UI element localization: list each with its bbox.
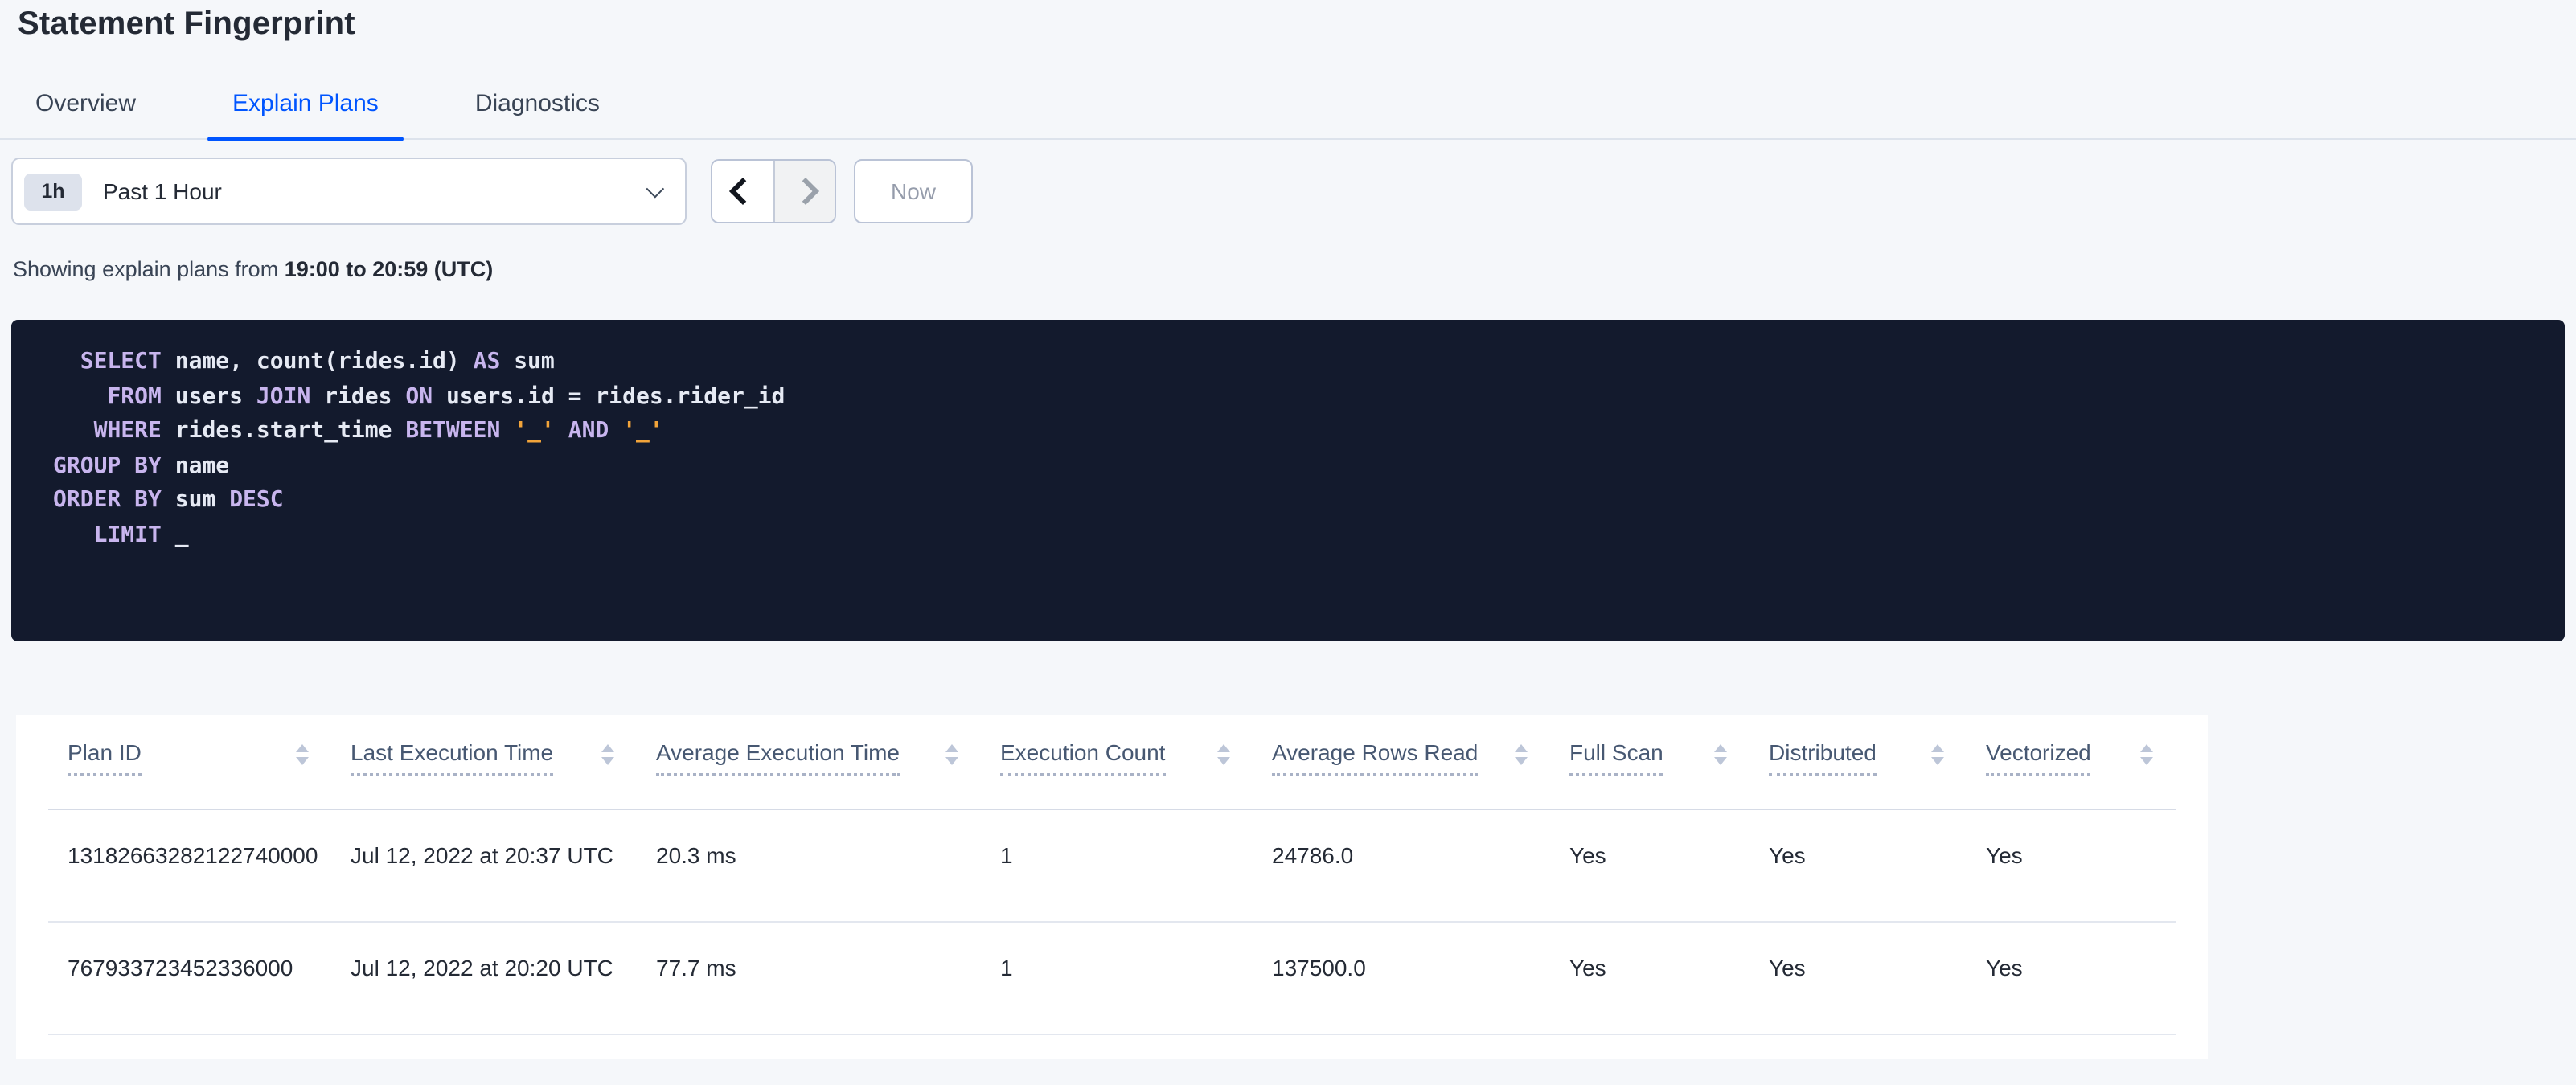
tab-bar: Overview Explain Plans Diagnostics (0, 80, 2576, 141)
showing-range-bold: 19:00 to 20:59 (UTC) (284, 257, 494, 281)
sort-icon (1714, 744, 1727, 765)
cell-vectorized: Yes (1967, 921, 2176, 1034)
sort-icon (945, 744, 958, 765)
sql-statement-box: SELECT name, count(rides.id) AS sum FROM… (11, 320, 2565, 641)
time-range-badge: 1h (24, 173, 82, 210)
table-row: 13182663282122740000 Jul 12, 2022 at 20:… (48, 809, 2176, 922)
cell-execution-count: 1 (981, 921, 1253, 1034)
column-header-average-execution-time[interactable]: Average Execution Time (637, 715, 981, 809)
cell-average-rows-read: 24786.0 (1253, 809, 1550, 922)
column-header-last-execution-time[interactable]: Last Execution Time (331, 715, 637, 809)
table-header-row: Plan ID Last Execution Time Average Exec… (48, 715, 2176, 809)
cell-full-scan: Yes (1550, 809, 1749, 922)
column-header-average-rows-read[interactable]: Average Rows Read (1253, 715, 1550, 809)
cell-average-execution-time: 20.3 ms (637, 809, 981, 922)
showing-range-prefix: Showing explain plans from (13, 257, 285, 281)
page-title: Statement Fingerprint (18, 6, 355, 42)
cell-distributed: Yes (1749, 809, 1967, 922)
table-row: 767933723452336000 Jul 12, 2022 at 20:20… (48, 921, 2176, 1034)
cell-distributed: Yes (1749, 921, 1967, 1034)
cell-average-rows-read: 137500.0 (1253, 921, 1550, 1034)
sort-icon (1515, 744, 1528, 765)
tab-diagnostics[interactable]: Diagnostics (449, 80, 626, 138)
time-nav-group (711, 159, 836, 223)
time-range-dropdown[interactable]: 1h Past 1 Hour (11, 158, 687, 225)
time-controls: 1h Past 1 Hour Now (11, 158, 2576, 225)
chevron-left-icon (729, 178, 757, 205)
cell-plan-id: 767933723452336000 (48, 921, 331, 1034)
chevron-down-icon (646, 179, 665, 199)
column-header-plan-id[interactable]: Plan ID (48, 715, 331, 809)
cell-average-execution-time: 77.7 ms (637, 921, 981, 1034)
column-header-execution-count[interactable]: Execution Count (981, 715, 1253, 809)
time-range-selected: Past 1 Hour (103, 178, 222, 204)
cell-last-execution-time: Jul 12, 2022 at 20:37 UTC (331, 809, 637, 922)
statement-fingerprint-page: Statement Fingerprint Overview Explain P… (0, 6, 2576, 1085)
column-header-full-scan[interactable]: Full Scan (1550, 715, 1749, 809)
explain-plans-table-card: Plan ID Last Execution Time Average Exec… (16, 715, 2208, 1059)
sort-icon (1931, 744, 1944, 765)
sort-icon (296, 744, 309, 765)
tab-overview[interactable]: Overview (10, 80, 162, 138)
column-header-distributed[interactable]: Distributed (1749, 715, 1967, 809)
prev-range-button[interactable] (712, 161, 773, 222)
sort-icon (2140, 744, 2153, 765)
now-button[interactable]: Now (854, 159, 974, 223)
cell-last-execution-time: Jul 12, 2022 at 20:20 UTC (331, 921, 637, 1034)
cell-full-scan: Yes (1550, 921, 1749, 1034)
sort-icon (1217, 744, 1230, 765)
next-range-button[interactable] (773, 161, 835, 222)
cell-plan-id: 13182663282122740000 (48, 809, 331, 922)
column-header-vectorized[interactable]: Vectorized (1967, 715, 2176, 809)
showing-range-text: Showing explain plans from 19:00 to 20:5… (13, 257, 2576, 281)
sort-icon (601, 744, 614, 765)
tab-explain-plans[interactable]: Explain Plans (207, 80, 404, 141)
chevron-right-icon (791, 178, 818, 205)
cell-execution-count: 1 (981, 809, 1253, 922)
cell-vectorized: Yes (1967, 809, 2176, 922)
sql-statement: SELECT name, count(rides.id) AS sum FROM… (53, 349, 786, 548)
explain-plans-table: Plan ID Last Execution Time Average Exec… (48, 715, 2176, 1034)
